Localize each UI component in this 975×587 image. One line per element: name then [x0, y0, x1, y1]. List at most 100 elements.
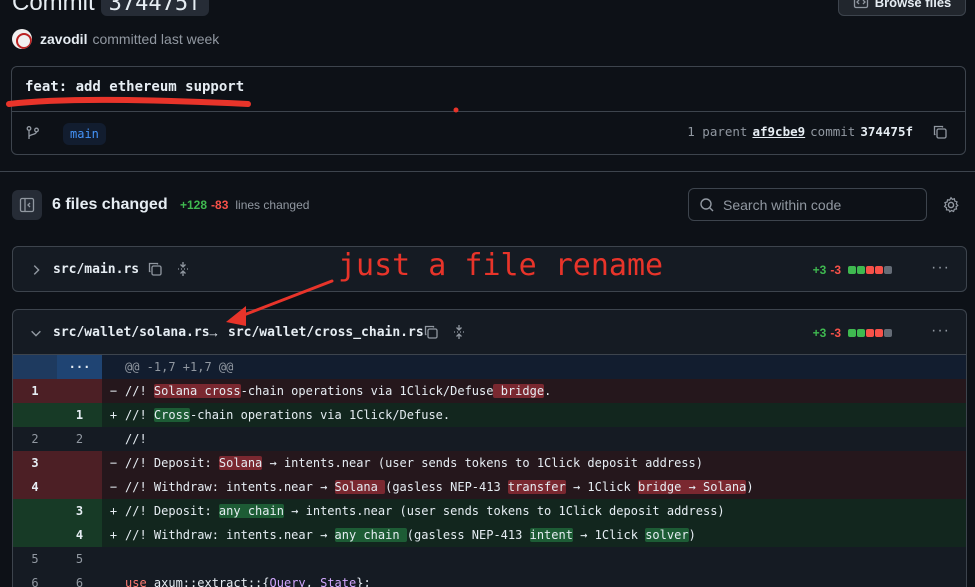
new-line-number	[57, 451, 102, 475]
diff-sign	[102, 571, 125, 587]
code-line: //! Withdraw: intents.near → Solana (gas…	[125, 480, 754, 494]
diffstat-blocks	[848, 329, 892, 337]
gear-icon[interactable]	[942, 196, 960, 214]
author-link[interactable]: zavodil	[40, 31, 87, 47]
new-line-number[interactable]: 5	[57, 547, 102, 571]
diff-row-addition: 1 + //! Cross-chain operations via 1Click/…	[13, 403, 966, 427]
old-line-number[interactable]: 3	[13, 451, 57, 475]
old-line-number[interactable]: 5	[13, 547, 57, 571]
copy-icon[interactable]	[147, 261, 163, 277]
diffstat-del-block	[875, 329, 883, 337]
expand-all-icon[interactable]	[451, 324, 467, 340]
diffstat-blocks	[848, 266, 892, 274]
file-stats: +3 -3	[813, 263, 892, 277]
new-line-number[interactable]: 2	[57, 427, 102, 451]
diff-sign: +	[109, 528, 118, 542]
diff-row-deletion: 4 −//! Withdraw: intents.near → Solana (g…	[13, 475, 966, 499]
browse-files-button[interactable]: Browse files	[838, 0, 966, 16]
diff-sign: −	[109, 384, 118, 398]
diffstat-add-block	[848, 329, 856, 337]
search-within-code-input[interactable]: Search within code	[688, 188, 927, 221]
old-line-number[interactable]: 4	[13, 475, 57, 499]
diff-row-addition: 3 + //! Deposit: any chain → intents.near …	[13, 499, 966, 523]
file-stats: +3 -3	[813, 326, 892, 340]
toggle-file-tree-button[interactable]	[12, 190, 42, 220]
diffstat-del-block	[866, 266, 874, 274]
commit-sha: 374475f	[860, 124, 913, 139]
divider	[12, 111, 965, 112]
browse-files-label: Browse files	[874, 0, 952, 10]
commit-message-box: feat: add ethereum support main 1 parent…	[11, 66, 966, 155]
section-divider	[0, 171, 975, 172]
expand-hunk-button[interactable]: ···	[57, 355, 102, 379]
diffstat-neutral-block	[884, 329, 892, 337]
code-line: //!	[125, 432, 147, 446]
parent-info: 1 parent af9cbe9 commit 374475f	[687, 124, 913, 139]
file-header[interactable]: src/wallet/solana.rs → src/wallet/cross_…	[13, 310, 966, 354]
new-line-number[interactable]: 6	[57, 571, 102, 587]
expand-all-icon[interactable]	[175, 261, 191, 277]
avatar[interactable]	[12, 29, 32, 49]
old-line-number	[13, 499, 57, 523]
old-line-number	[13, 403, 57, 427]
diff-row-context: 55	[13, 547, 966, 571]
diffstat-add-block	[857, 266, 865, 274]
kebab-menu-icon[interactable]: ···	[931, 259, 950, 277]
diff-sign	[102, 427, 125, 451]
new-line-number[interactable]: 4	[57, 523, 102, 547]
new-line-number[interactable]: 1	[57, 403, 102, 427]
parents-label: 1 parent	[687, 124, 748, 139]
new-line-number[interactable]: 3	[57, 499, 102, 523]
diffstat-del-block	[866, 329, 874, 337]
commit-time: committed last week	[92, 31, 220, 47]
copy-icon[interactable]	[423, 324, 439, 340]
diff-sign: +	[109, 408, 118, 422]
file-deletions: -3	[830, 326, 841, 340]
sidebar-collapse-icon	[19, 197, 35, 213]
old-line-number[interactable]: 1	[13, 379, 57, 403]
file-path[interactable]: src/wallet/cross_chain.rs	[228, 325, 424, 340]
diffstat-add-block	[848, 266, 856, 274]
diff-stats: +128 -83 lines changed	[180, 198, 309, 212]
total-deletions: -83	[211, 198, 229, 212]
total-additions: +128	[180, 198, 208, 212]
diff-sign: −	[109, 480, 118, 494]
diff-row-context: 2 2 //!	[13, 427, 966, 451]
old-line-number[interactable]: 6	[13, 571, 57, 587]
diffstat-del-block	[875, 266, 883, 274]
file-diff-card: src/wallet/solana.rs → src/wallet/cross_…	[12, 309, 967, 587]
code-icon	[853, 0, 868, 9]
chevron-right-icon[interactable]	[29, 263, 43, 277]
page-title: Commit	[12, 0, 95, 16]
chevron-down-icon[interactable]	[29, 326, 43, 340]
hunk-header-row: ··· @@ -1,7 +1,7 @@	[13, 355, 966, 379]
files-changed-count: 6 files changed	[52, 196, 168, 213]
diff-sign: +	[109, 504, 118, 518]
file-deletions: -3	[830, 263, 841, 277]
annotation-text: just a file rename	[338, 248, 664, 283]
old-file-path[interactable]: src/wallet/solana.rs	[53, 325, 210, 340]
new-line-number	[57, 379, 102, 403]
diff-row-context: 6 6 use axum::extract::{Query, State};	[13, 571, 966, 587]
parent-sha-link[interactable]: af9cbe9	[752, 124, 805, 139]
search-placeholder: Search within code	[723, 196, 842, 213]
code-line: //! Solana cross-chain operations via 1C…	[125, 384, 552, 398]
diff-row-addition: 4 + //! Withdraw: intents.near → any chain…	[13, 523, 966, 547]
lines-changed-label: lines changed	[235, 198, 310, 212]
commit-sha-title: 374475f	[100, 0, 210, 16]
author-row: zavodil committed last week	[12, 29, 219, 49]
code-line: //! Deposit: any chain → intents.near (u…	[125, 504, 725, 518]
copy-icon[interactable]	[932, 124, 948, 140]
hunk-sign	[102, 355, 125, 379]
code-line: //! Deposit: Solana → intents.near (user…	[125, 456, 703, 470]
file-path[interactable]: src/main.rs	[53, 262, 139, 277]
old-line-number[interactable]: 2	[13, 427, 57, 451]
rename-arrow-icon: →	[207, 325, 220, 340]
git-branch-icon	[26, 126, 39, 139]
commit-label: commit	[810, 124, 856, 139]
kebab-menu-icon[interactable]: ···	[931, 322, 950, 340]
branch-label[interactable]: main	[63, 123, 106, 145]
code-line: //! Withdraw: intents.near → any chain (…	[125, 528, 696, 542]
hunk-gutter	[13, 355, 57, 379]
